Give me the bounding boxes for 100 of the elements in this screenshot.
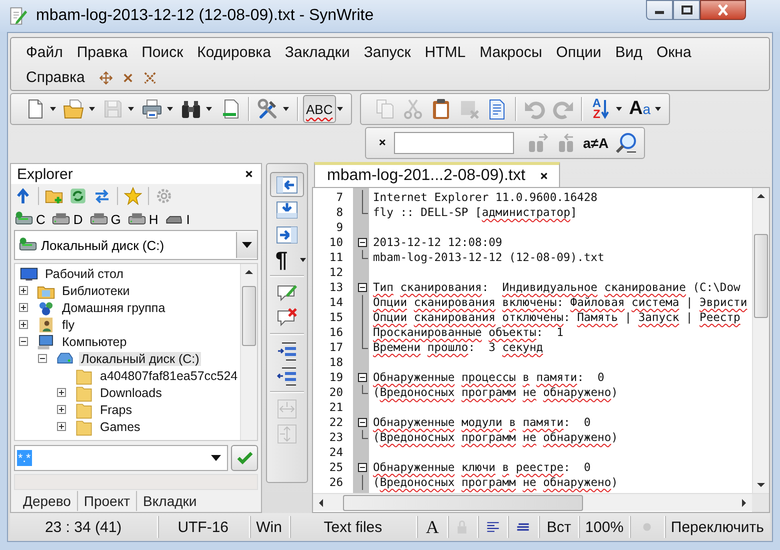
line-number: 19 [328, 370, 344, 385]
caret-icon[interactable] [283, 107, 289, 111]
caret-icon[interactable] [167, 107, 173, 111]
close-button[interactable] [700, 0, 746, 20]
syntax-label[interactable]: Text files [324, 518, 382, 536]
code-line: (Вредоносных программ не обнаружено) [372, 386, 618, 399]
tree-item[interactable]: Рабочий стол [43, 266, 126, 280]
menu-item[interactable]: Окна [649, 44, 698, 61]
code-line: Опции сканирования включены: Файловая система | Эвристи [372, 296, 748, 309]
cross-icon[interactable] [142, 70, 158, 86]
caret-icon[interactable] [336, 107, 343, 111]
code-line: 2013-12-12 12:08:09 [372, 236, 502, 249]
panel-tab[interactable]: Дерево [17, 491, 78, 511]
fold-toggle[interactable] [358, 373, 367, 382]
tree-item[interactable]: a404807faf81ea57cc524 [98, 368, 240, 382]
caret-icon[interactable] [89, 107, 95, 111]
star-icon[interactable] [124, 187, 142, 205]
code-line: Времени прошло: 3 секунд [372, 341, 544, 354]
menu-item[interactable]: Макросы [472, 44, 550, 61]
caret-icon[interactable] [206, 107, 212, 111]
panel-tab[interactable]: Вкладки [137, 491, 203, 511]
menu-item[interactable]: HTML [418, 44, 473, 61]
line-ending-label[interactable]: Win [256, 518, 282, 536]
computer-icon [36, 332, 56, 350]
menu-item[interactable]: Справка [19, 69, 92, 86]
sort-button[interactable]: A Z [586, 95, 615, 123]
code-line: Обнаруженные модули в памяти: 0 [372, 416, 591, 429]
menu-item[interactable]: Опции [549, 44, 608, 61]
zoom-label[interactable]: 100% [585, 518, 624, 536]
caret-icon[interactable] [242, 242, 252, 248]
switch-label[interactable]: Переключить [670, 518, 764, 536]
tree-item[interactable]: Домашняя группа [60, 300, 168, 314]
close-icon[interactable] [539, 171, 550, 181]
tree-item[interactable]: fly [60, 318, 76, 332]
menu-item[interactable]: Файл [19, 44, 70, 61]
menu-item[interactable]: Вид [608, 44, 650, 61]
caret-icon[interactable] [300, 258, 306, 262]
fold-toggle[interactable] [358, 463, 367, 472]
fold-toggle[interactable] [358, 238, 367, 247]
vertical-scrollbar[interactable] [752, 188, 769, 493]
drive-letter[interactable]: I [186, 212, 190, 226]
horizontal-scrollbar[interactable] [313, 494, 752, 511]
match-case-button[interactable]: a≠A [580, 129, 612, 157]
line-number: 24 [328, 445, 344, 460]
file-tab[interactable]: mbam-log-201...2-08-09).txt [314, 162, 560, 187]
code-line: Просканированные объекты: 1 [372, 326, 564, 339]
code-line: Тип сканирования: Индивидуальное сканирование (C:\Dow [372, 281, 740, 294]
drive-dropdown[interactable]: Локальный диск (C:) [14, 230, 258, 260]
swap-arrows-icon[interactable] [93, 187, 111, 205]
drive-letter[interactable]: G [110, 212, 121, 226]
close-icon [716, 4, 730, 16]
menu-item[interactable]: Кодировка [190, 44, 278, 61]
caret-icon[interactable] [616, 107, 622, 111]
spellcheck-button[interactable]: ABC [303, 95, 336, 123]
minimize-button[interactable] [646, 0, 673, 20]
panel-title: Explorer [17, 166, 73, 182]
line-number: 12 [328, 265, 344, 280]
caret-icon[interactable] [211, 455, 221, 461]
line-number: 26 [328, 475, 344, 490]
line-number: 11 [328, 250, 344, 265]
search-field[interactable] [394, 132, 514, 154]
encoding-label[interactable]: UTF-16 [178, 518, 229, 536]
tree-item[interactable]: Downloads [98, 386, 164, 400]
up-arrow-icon[interactable] [14, 187, 32, 205]
apply-button[interactable] [231, 445, 258, 471]
insert-mode-label[interactable]: Вст [546, 518, 572, 536]
tree-item[interactable]: Компьютер [60, 334, 129, 348]
move-icon[interactable] [98, 70, 114, 86]
line-number: 22 [328, 415, 344, 430]
drive-letter[interactable]: D [73, 212, 83, 226]
drive-letter[interactable]: H [148, 212, 158, 226]
fold-toggle[interactable] [358, 283, 367, 292]
font-button[interactable]: Aa [626, 95, 654, 123]
caret-icon[interactable] [50, 107, 56, 111]
menu-item[interactable]: Правка [70, 44, 135, 61]
panel-left-icon[interactable] [270, 172, 304, 197]
menu-item[interactable]: Запуск [356, 44, 418, 61]
line-number: 21 [328, 400, 344, 415]
tree-item[interactable]: Games [98, 420, 142, 434]
close-icon[interactable] [243, 168, 255, 180]
line-number: 25 [328, 460, 344, 475]
menu-item[interactable]: Поиск [134, 44, 190, 61]
maximize-icon [680, 5, 692, 15]
line-number: 23 [328, 430, 344, 445]
line-number: 10 [328, 235, 344, 250]
caret-icon[interactable] [654, 107, 661, 111]
menu-item[interactable]: Закладки [278, 44, 357, 61]
fold-toggle[interactable] [358, 418, 367, 427]
tree-item[interactable]: Fraps [98, 402, 134, 416]
panel-tab[interactable]: Проект [78, 491, 138, 511]
refresh-icon[interactable] [69, 187, 87, 205]
align-left-icon[interactable] [484, 519, 500, 535]
font-glyph[interactable]: A [426, 516, 439, 538]
pilcrow-button[interactable]: ¶ [264, 247, 298, 272]
tree-item[interactable]: Локальный диск (C:) [79, 352, 202, 366]
vertical-scrollbar[interactable] [240, 264, 257, 440]
tree-item[interactable]: Библиотеки [60, 284, 132, 298]
code-line: Internet Explorer 11.0.9600.16428 [372, 191, 598, 204]
maximize-button[interactable] [673, 0, 700, 20]
drive-letter[interactable]: C [36, 212, 46, 226]
